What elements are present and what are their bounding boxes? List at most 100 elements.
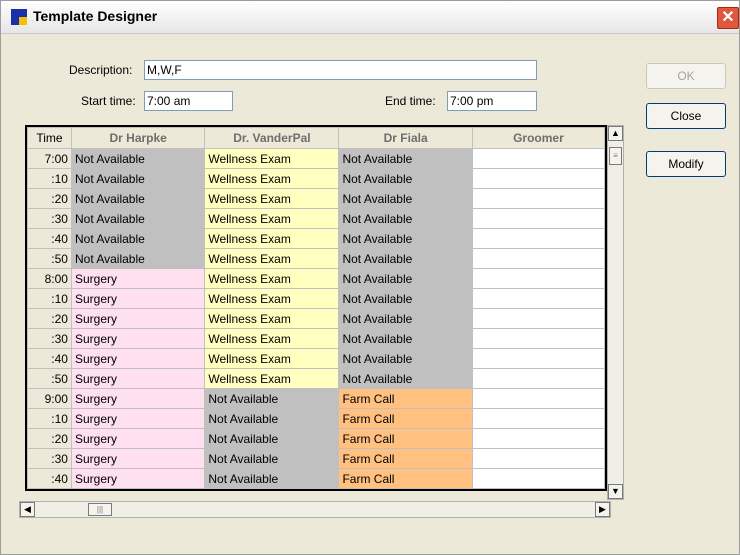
column-header-dr-harpke[interactable]: Dr Harpke — [70, 127, 206, 149]
schedule-cell-fiala[interactable]: Not Available — [338, 328, 473, 349]
close-window-icon[interactable]: ✕ — [717, 7, 739, 29]
vertical-scroll-thumb[interactable]: ≡ — [609, 147, 622, 165]
schedule-cell-vanderpal[interactable]: Wellness Exam — [204, 308, 340, 329]
schedule-cell-fiala[interactable]: Not Available — [338, 188, 473, 209]
schedule-cell-harpke[interactable]: Surgery — [70, 308, 206, 329]
schedule-cell-fiala[interactable]: Not Available — [338, 168, 473, 189]
schedule-cell-harpke[interactable]: Not Available — [70, 188, 206, 209]
schedule-cell-groomer[interactable] — [471, 268, 605, 289]
table-row: :40 Not Available Wellness Exam Not Availab… — [27, 228, 605, 249]
schedule-cell-harpke[interactable]: Surgery — [70, 408, 206, 429]
table-row: :20 Surgery Not Available Farm Call — [27, 428, 605, 449]
schedule-cell-groomer[interactable] — [471, 248, 605, 269]
column-header-dr-fiala[interactable]: Dr Fiala — [338, 127, 473, 149]
ok-button[interactable]: OK — [646, 63, 726, 89]
schedule-cell-harpke[interactable]: Surgery — [70, 328, 206, 349]
app-icon — [11, 9, 27, 25]
schedule-cell-groomer[interactable] — [471, 448, 605, 469]
column-header-dr-vanderpal[interactable]: Dr. VanderPal — [204, 127, 340, 149]
schedule-cell-harpke[interactable]: Not Available — [70, 168, 206, 189]
schedule-cell-harpke[interactable]: Surgery — [70, 428, 206, 449]
schedule-cell-fiala[interactable]: Not Available — [338, 308, 473, 329]
description-input[interactable] — [144, 60, 537, 80]
schedule-cell-fiala[interactable]: Farm Call — [338, 408, 473, 429]
table-row: :50 Not Available Wellness Exam Not Availab… — [27, 248, 605, 269]
schedule-cell-groomer[interactable] — [471, 388, 605, 409]
scroll-down-icon[interactable]: ▼ — [608, 484, 623, 499]
schedule-table: Time Dr Harpke Dr. VanderPal Dr Fiala Gr… — [27, 127, 605, 489]
end-time-input[interactable] — [447, 91, 537, 111]
schedule-cell-fiala[interactable]: Not Available — [338, 148, 473, 169]
schedule-cell-groomer[interactable] — [471, 308, 605, 329]
modify-button[interactable]: Modify — [646, 151, 726, 177]
column-header-groomer[interactable]: Groomer — [471, 127, 605, 149]
schedule-cell-vanderpal[interactable]: Not Available — [204, 388, 340, 409]
schedule-cell-vanderpal[interactable]: Wellness Exam — [204, 328, 340, 349]
schedule-cell-fiala[interactable]: Farm Call — [338, 448, 473, 469]
table-row: :20 Not Available Wellness Exam Not Availab… — [27, 188, 605, 209]
schedule-cell-groomer[interactable] — [471, 188, 605, 209]
schedule-cell-harpke[interactable]: Not Available — [70, 248, 206, 269]
schedule-cell-fiala[interactable]: Farm Call — [338, 388, 473, 409]
schedule-cell-fiala[interactable]: Not Available — [338, 208, 473, 229]
schedule-cell-groomer[interactable] — [471, 288, 605, 309]
schedule-cell-groomer[interactable] — [471, 368, 605, 389]
schedule-cell-vanderpal[interactable]: Wellness Exam — [204, 228, 340, 249]
schedule-cell-fiala[interactable]: Not Available — [338, 348, 473, 369]
horizontal-scrollbar[interactable]: ◀ ||| ▶ — [19, 501, 611, 518]
schedule-cell-vanderpal[interactable]: Wellness Exam — [204, 168, 340, 189]
horizontal-scroll-thumb[interactable]: ||| — [88, 503, 112, 516]
title-bar[interactable]: Template Designer ✕ — [1, 1, 739, 34]
schedule-cell-groomer[interactable] — [471, 148, 605, 169]
template-designer-window: Template Designer ✕ Description: Start t… — [0, 0, 740, 555]
close-button[interactable]: Close — [646, 103, 726, 129]
schedule-cell-fiala[interactable]: Farm Call — [338, 428, 473, 449]
schedule-cell-vanderpal[interactable]: Wellness Exam — [204, 188, 340, 209]
schedule-cell-vanderpal[interactable]: Not Available — [204, 408, 340, 429]
vertical-scrollbar[interactable]: ▲ ≡ ▼ — [607, 125, 624, 500]
schedule-cell-fiala[interactable]: Not Available — [338, 368, 473, 389]
schedule-cell-vanderpal[interactable]: Wellness Exam — [204, 208, 340, 229]
start-time-input[interactable] — [144, 91, 233, 111]
schedule-cell-fiala[interactable]: Farm Call — [338, 468, 473, 489]
schedule-cell-vanderpal[interactable]: Wellness Exam — [204, 248, 340, 269]
schedule-cell-harpke[interactable]: Surgery — [70, 368, 206, 389]
schedule-cell-vanderpal[interactable]: Not Available — [204, 428, 340, 449]
schedule-cell-groomer[interactable] — [471, 208, 605, 229]
schedule-cell-vanderpal[interactable]: Wellness Exam — [204, 348, 340, 369]
schedule-cell-groomer[interactable] — [471, 468, 605, 489]
scroll-up-icon[interactable]: ▲ — [608, 126, 623, 141]
schedule-cell-vanderpal[interactable]: Wellness Exam — [204, 288, 340, 309]
schedule-cell-fiala[interactable]: Not Available — [338, 248, 473, 269]
schedule-cell-harpke[interactable]: Surgery — [70, 448, 206, 469]
table-row: :30 Surgery Not Available Farm Call — [27, 448, 605, 469]
column-header-time[interactable]: Time — [27, 127, 72, 149]
schedule-cell-harpke[interactable]: Surgery — [70, 288, 206, 309]
schedule-cell-harpke[interactable]: Surgery — [70, 388, 206, 409]
schedule-cell-harpke[interactable]: Surgery — [70, 468, 206, 489]
schedule-cell-harpke[interactable]: Not Available — [70, 228, 206, 249]
schedule-cell-vanderpal[interactable]: Not Available — [204, 468, 340, 489]
schedule-cell-fiala[interactable]: Not Available — [338, 268, 473, 289]
schedule-cell-harpke[interactable]: Surgery — [70, 348, 206, 369]
table-row: :40 Surgery Not Available Farm Call — [27, 468, 605, 489]
table-row: :30 Not Available Wellness Exam Not Availab… — [27, 208, 605, 229]
schedule-cell-harpke[interactable]: Not Available — [70, 148, 206, 169]
schedule-cell-groomer[interactable] — [471, 428, 605, 449]
schedule-grid[interactable]: Time Dr Harpke Dr. VanderPal Dr Fiala Gr… — [25, 125, 607, 491]
schedule-cell-groomer[interactable] — [471, 348, 605, 369]
scroll-left-icon[interactable]: ◀ — [20, 502, 35, 517]
schedule-cell-fiala[interactable]: Not Available — [338, 228, 473, 249]
schedule-cell-fiala[interactable]: Not Available — [338, 288, 473, 309]
schedule-cell-vanderpal[interactable]: Wellness Exam — [204, 368, 340, 389]
scroll-right-icon[interactable]: ▶ — [595, 502, 610, 517]
schedule-cell-groomer[interactable] — [471, 168, 605, 189]
schedule-cell-groomer[interactable] — [471, 228, 605, 249]
schedule-cell-harpke[interactable]: Surgery — [70, 268, 206, 289]
schedule-cell-vanderpal[interactable]: Not Available — [204, 448, 340, 469]
schedule-cell-vanderpal[interactable]: Wellness Exam — [204, 268, 340, 289]
schedule-cell-vanderpal[interactable]: Wellness Exam — [204, 148, 340, 169]
schedule-cell-harpke[interactable]: Not Available — [70, 208, 206, 229]
schedule-cell-groomer[interactable] — [471, 328, 605, 349]
schedule-cell-groomer[interactable] — [471, 408, 605, 429]
